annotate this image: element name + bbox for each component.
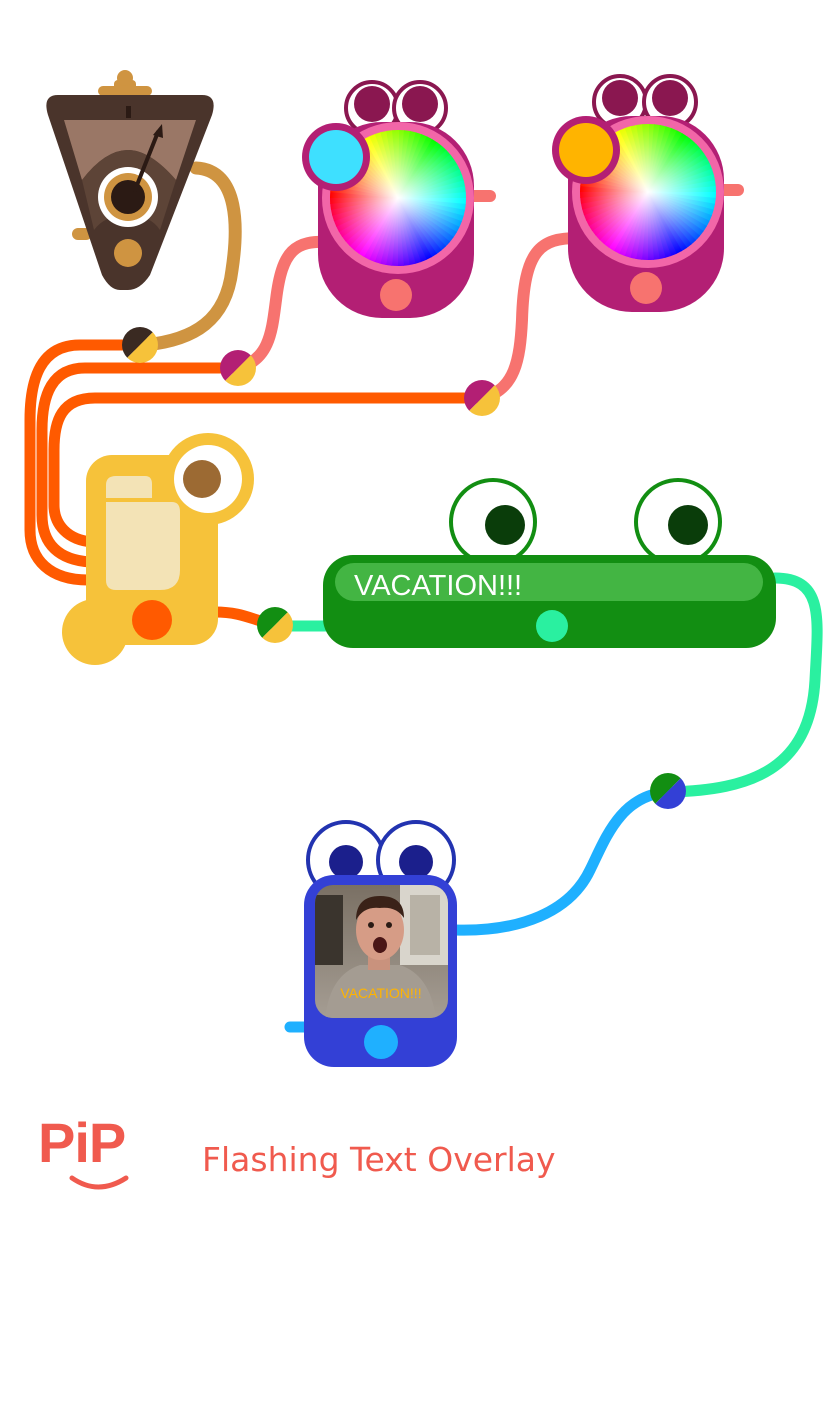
picker-1-outlet[interactable]	[380, 279, 412, 311]
metronome-knob[interactable]	[117, 70, 133, 86]
video-inlet[interactable]	[364, 1025, 398, 1059]
text-display-outlet[interactable]	[536, 610, 568, 642]
text-source-pupil	[183, 460, 221, 498]
cable-blue[interactable]	[449, 786, 674, 936]
picker-2-pupil-right	[652, 80, 688, 116]
picker-1-pupil-left	[354, 86, 390, 122]
caption-text: Flashing Text Overlay	[202, 1140, 556, 1179]
patch-canvas: VACATION!!! VACATION!!! PiP Flashing Tex…	[24, 70, 823, 1190]
photo-eye-left	[368, 922, 374, 928]
cable-color-2[interactable]	[476, 232, 584, 404]
photo-eye-right	[386, 922, 392, 928]
text-display-value: VACATION!!!	[354, 570, 522, 602]
junction-color-2[interactable]	[464, 380, 500, 416]
text-node-icon	[106, 476, 152, 498]
picker-1-pupil-right	[402, 86, 438, 122]
color-picker-node-1[interactable]	[302, 80, 474, 318]
text-source-outlet[interactable]	[132, 600, 172, 640]
metronome-dial-center	[111, 180, 145, 214]
brand: PiP Flashing Text Overlay	[38, 1111, 556, 1190]
metronome-tick	[126, 106, 131, 118]
pip-logo: PiP	[38, 1111, 125, 1174]
metronome-outlet[interactable]	[114, 239, 142, 267]
photo-door	[315, 895, 343, 965]
picker-2-swatch[interactable]	[559, 123, 613, 177]
text-display-node[interactable]: VACATION!!!	[323, 478, 776, 648]
picker-2-outlet[interactable]	[630, 272, 662, 304]
text-display-pupil-right	[668, 505, 708, 545]
junction-video[interactable]	[650, 773, 686, 809]
metronome-top-cap	[98, 86, 152, 96]
video-pupil-right	[399, 845, 433, 879]
photo-window-frame	[410, 895, 440, 955]
cable-color-1[interactable]	[232, 235, 336, 374]
picker-1-swatch[interactable]	[309, 130, 363, 184]
text-source-node[interactable]	[62, 433, 254, 665]
picker-2-pupil-left	[602, 80, 638, 116]
text-source-screen	[106, 502, 180, 590]
text-display-pupil-left	[485, 505, 525, 545]
photo-mouth	[373, 937, 387, 953]
video-overlay-text: VACATION!!!	[340, 985, 421, 1001]
pip-logo-smile	[69, 1175, 129, 1190]
junction-color-1[interactable]	[220, 350, 257, 387]
junction-metronome[interactable]	[122, 327, 158, 363]
video-pupil-left	[329, 845, 363, 879]
video-output-node[interactable]: VACATION!!!	[304, 820, 457, 1067]
color-picker-node-2[interactable]	[552, 74, 724, 312]
junction-text[interactable]	[257, 607, 293, 643]
metronome-node[interactable]	[46, 70, 214, 290]
